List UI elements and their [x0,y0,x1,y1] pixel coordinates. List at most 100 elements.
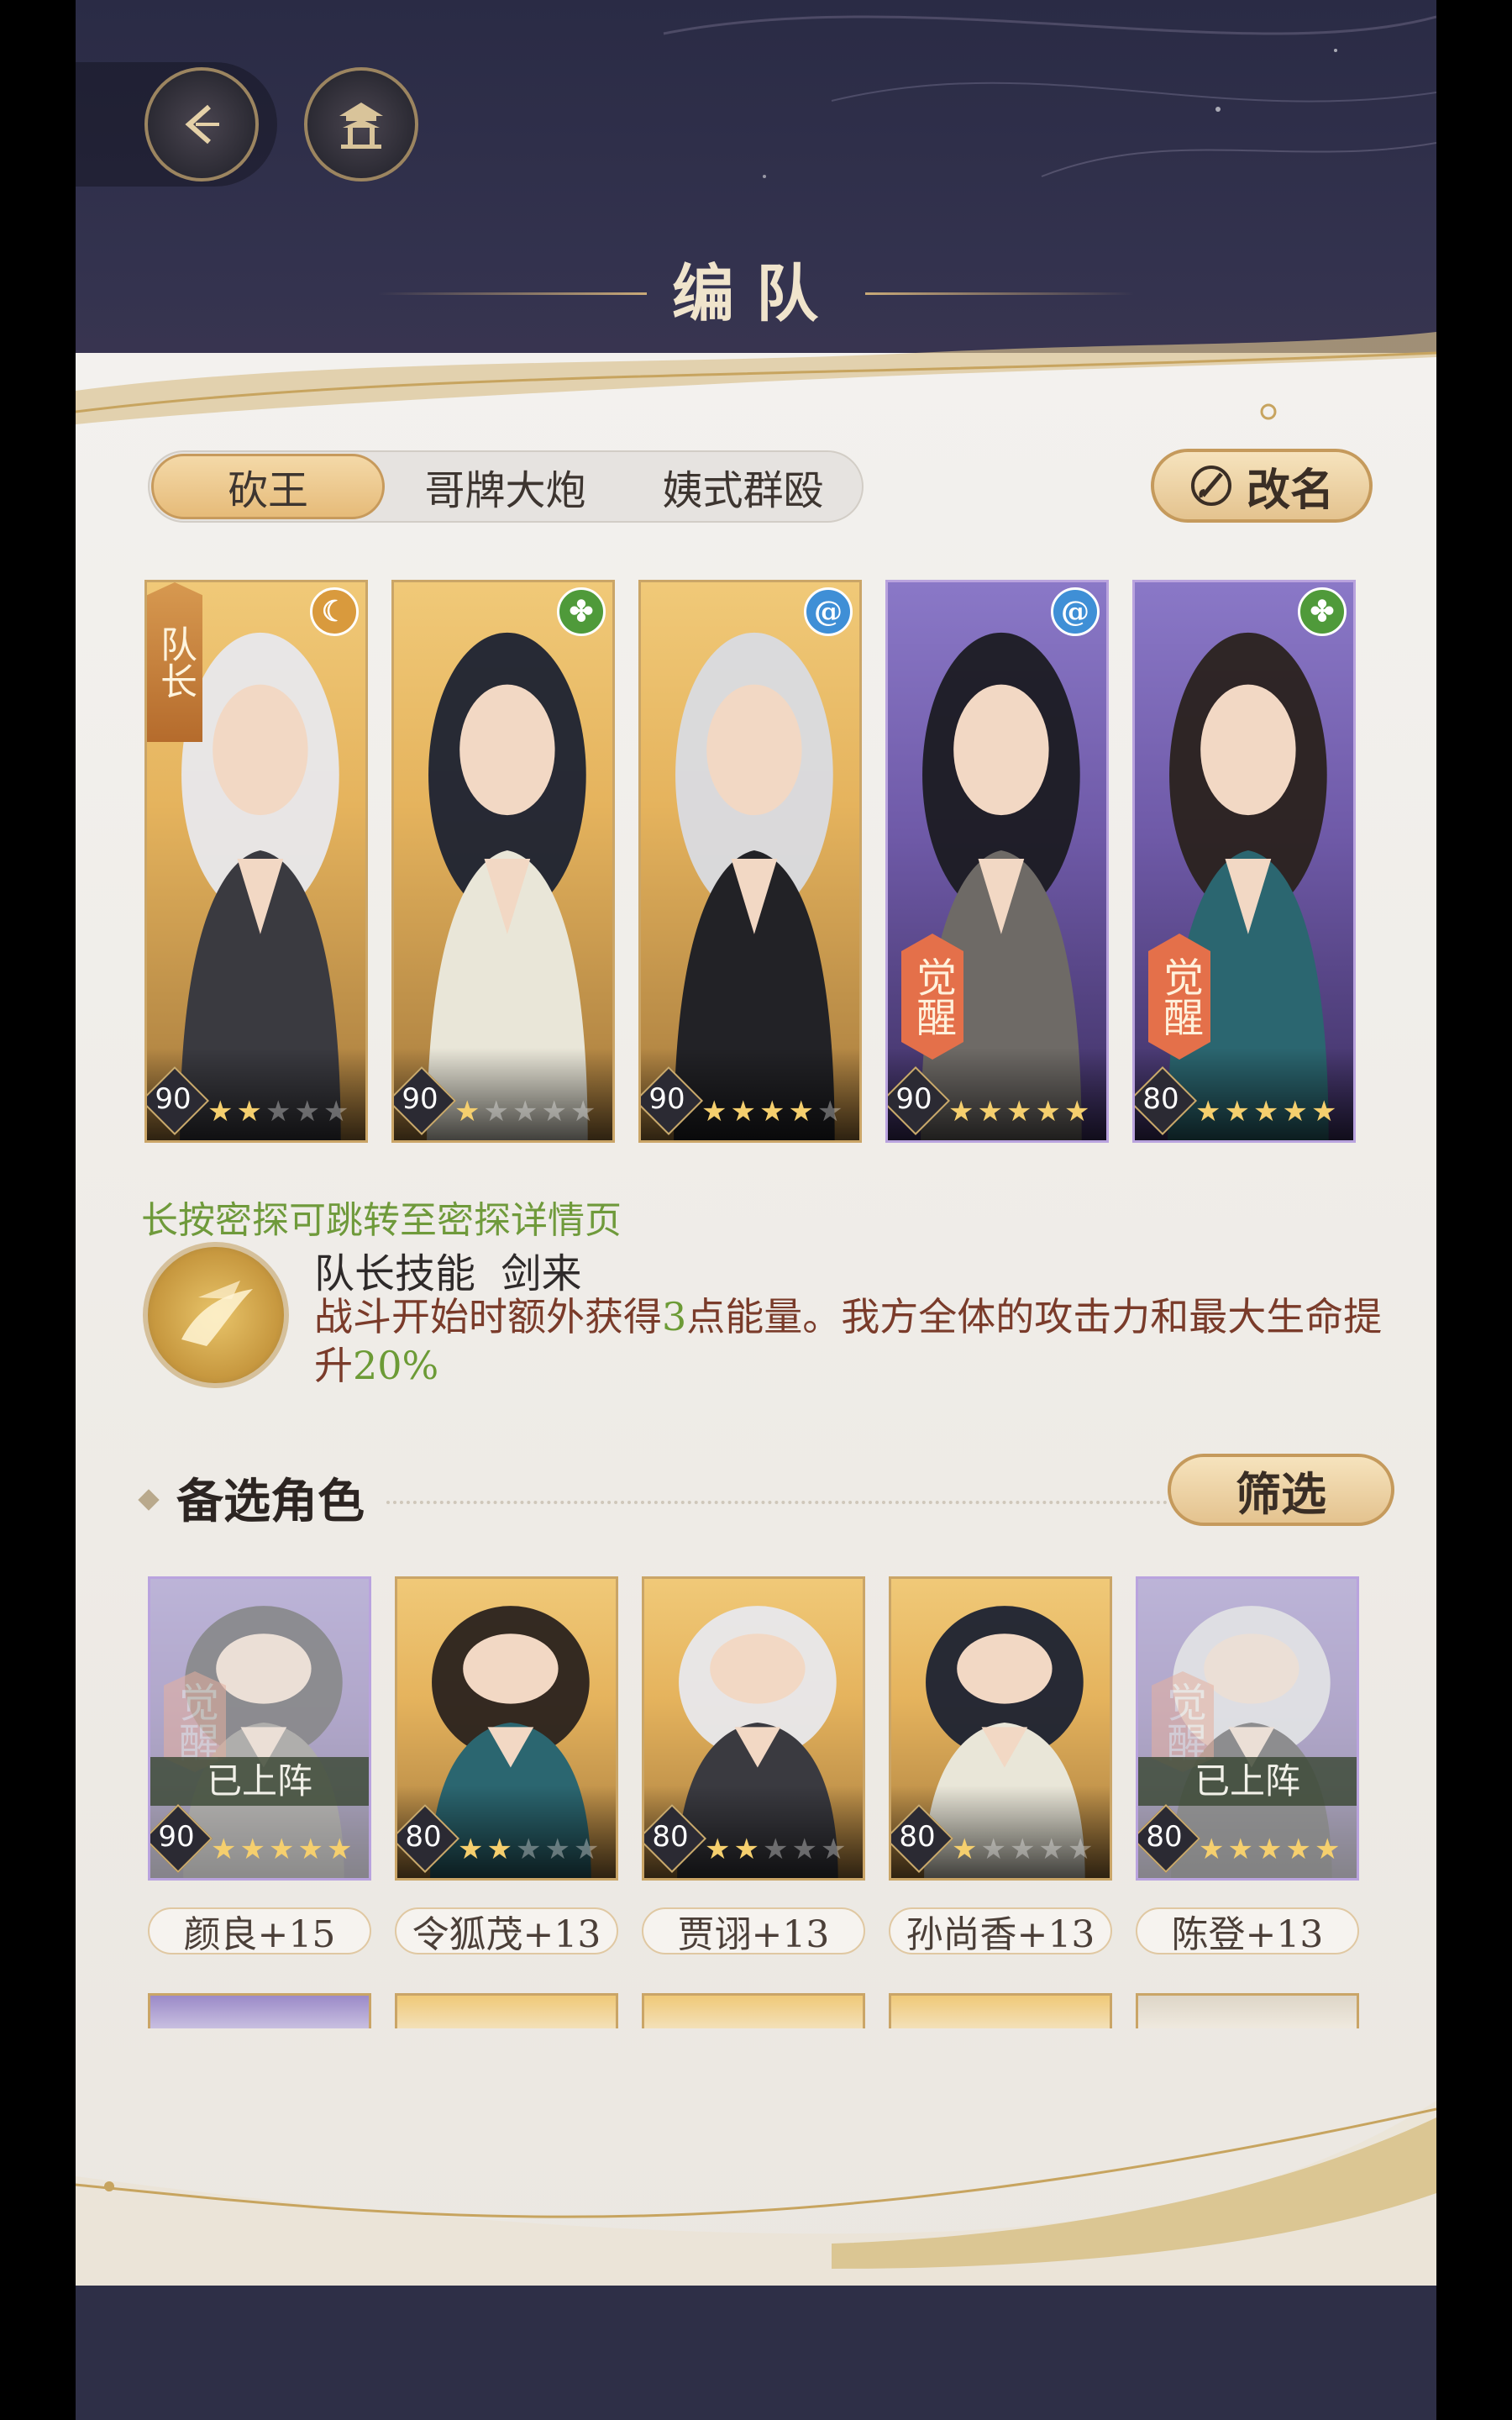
star-icon: ★ [762,1833,789,1866]
brush-icon [1190,466,1231,506]
tab-team-2[interactable]: 哥牌大炮 [386,452,624,521]
element-swirl-icon: @ [804,587,853,636]
star-icon: ★ [1038,1833,1064,1866]
star-icon: ★ [294,1095,320,1128]
reserve-character-name: 贾诩+13 [642,1907,865,1956]
star-icon: ★ [759,1095,785,1128]
back-arrow-icon [185,104,219,145]
star-icon: ★ [1314,1833,1341,1866]
panel-top-wave [76,332,1436,424]
star-icon: ★ [483,1095,509,1128]
star-icon: ★ [701,1095,727,1128]
team-slot-card[interactable]: ✤ 90 ★ ★ ★ ★ ★ [391,580,615,1143]
star-icon: ★ [207,1095,234,1128]
reserve-character-card[interactable]: 觉醒已上阵90★★★★★ [148,1576,371,1881]
leader-skill-name: 队长技能 剑来 [314,1250,582,1297]
level-badge: 80 [644,1803,707,1874]
element-leaf-icon: ✤ [557,587,606,636]
reserve-card-peek[interactable] [148,1993,371,2028]
star-icon: ★ [458,1833,484,1866]
star-icon: ★ [297,1833,323,1866]
star-icon: ★ [733,1833,759,1866]
star-icon: ★ [323,1095,349,1128]
leader-badge: 队长 [147,582,202,742]
star-icon: ★ [788,1095,814,1128]
star-icon: ★ [486,1833,512,1866]
bottom-bar [76,2286,1436,2420]
star-icon: ★ [265,1095,291,1128]
on-team-label: 已上阵 [150,1757,369,1806]
star-icon: ★ [1252,1095,1279,1128]
star-icon: ★ [268,1833,295,1866]
star-icon: ★ [1224,1095,1250,1128]
filter-button[interactable]: 筛选 [1168,1454,1394,1526]
formation-screen: 编队 砍王 哥牌大炮 姨式群殴 改名 ☾ 队长 90 ★ ★ ★ ★ ★ ✤ 90 ★ ★ ★ ★ ★ @90… [76,0,1436,2420]
back-button[interactable] [144,67,259,182]
pavilion-button[interactable] [304,67,418,182]
star-rating: ★ ★ ★ ★ ★ [952,1833,1093,1866]
sword-emblem-icon [181,1281,253,1346]
star-icon: ★ [1310,1095,1337,1128]
star-icon: ★ [980,1833,1006,1866]
star-icon: ★ [236,1095,262,1128]
page-title: 编队 [672,258,840,330]
team-slot-card[interactable]: @ 觉醒 90 ★ ★ ★ ★ ★ [885,580,1109,1143]
reserve-character-name: 孙尚香+13 [889,1907,1112,1956]
star-rating: ★ ★ ★ ★ ★ [458,1833,599,1866]
star-icon: ★ [816,1095,843,1128]
star-icon: ★ [1199,1833,1225,1866]
pavilion-icon [339,103,383,149]
star-icon: ★ [952,1833,978,1866]
star-icon: ★ [239,1833,265,1866]
tab-team-1[interactable]: 砍王 [151,454,385,519]
level-badge: 90 [147,1065,210,1136]
reserve-card-peek[interactable] [642,1993,865,2028]
reserve-character-card[interactable]: 80 ★ ★ ★ ★ ★ [395,1576,618,1881]
star-rating: ★ ★ ★ ★ ★ [454,1095,596,1128]
star-rating: ★ ★ ★ ★ ★ [1195,1095,1336,1128]
hint-text: 长按密探可跳转至密探详情页 [141,1199,622,1242]
star-icon: ★ [730,1095,756,1128]
level-badge: 90 [150,1803,213,1874]
reserve-card-peek[interactable] [395,1993,618,2028]
leader-skill-icon[interactable] [143,1242,289,1388]
star-rating: ★ ★ ★ ★ ★ [701,1095,843,1128]
star-icon: ★ [1009,1833,1036,1866]
tab-team-3[interactable]: 姨式群殴 [624,452,862,521]
rename-button[interactable]: 改名 [1151,449,1373,523]
reserve-card-peek[interactable] [889,1993,1112,2028]
team-slot-card[interactable]: ☾ 队长 90 ★ ★ ★ ★ ★ [144,580,368,1143]
team-slot-card[interactable]: ✤ 觉醒 80 ★ ★ ★ ★ ★ [1132,580,1356,1143]
level-badge: 90 [641,1065,704,1136]
rename-label: 改名 [1246,464,1334,516]
reserve-character-card[interactable]: 80 ★ ★ ★ ★ ★ [642,1576,865,1881]
star-icon: ★ [1067,1833,1094,1866]
level-badge: 90 [888,1065,951,1136]
level-badge: 80 [891,1803,954,1874]
level-badge: 80 [1138,1803,1201,1874]
team-slot-card[interactable]: @90 ★ ★ ★ ★ ★ [638,580,862,1143]
reserve-character-card[interactable]: 80 ★ ★ ★ ★ ★ [889,1576,1112,1881]
star-icon: ★ [454,1095,480,1128]
section-divider [386,1501,1168,1504]
star-icon: ★ [326,1833,353,1866]
star-icon: ★ [1285,1833,1311,1866]
element-swirl-icon: @ [1051,587,1100,636]
star-icon: ★ [570,1095,596,1128]
star-icon: ★ [1035,1095,1061,1128]
awakened-badge: 觉醒 [901,934,963,1060]
team-tabs: 砍王 哥牌大炮 姨式群殴 [148,450,864,523]
star-icon: ★ [512,1095,538,1128]
star-icon: ★ [1282,1095,1308,1128]
star-rating: ★ ★ ★ ★ ★ [207,1095,349,1128]
reserve-card-peek[interactable] [1136,1993,1359,2028]
star-icon: ★ [1195,1095,1221,1128]
star-icon: ★ [515,1833,542,1866]
reserve-character-card[interactable]: 觉醒已上阵80★★★★★ [1136,1576,1359,1881]
panel-bottom-wave [76,2101,1436,2286]
level-badge: 80 [397,1803,460,1874]
star-icon: ★ [705,1833,731,1866]
leader-skill-description: 战斗开始时额外获得3点能量。我方全体的攻击力和最大生命提升20% [314,1294,1383,1388]
star-icon: ★ [977,1095,1003,1128]
element-leaf-icon: ✤ [1298,587,1347,636]
